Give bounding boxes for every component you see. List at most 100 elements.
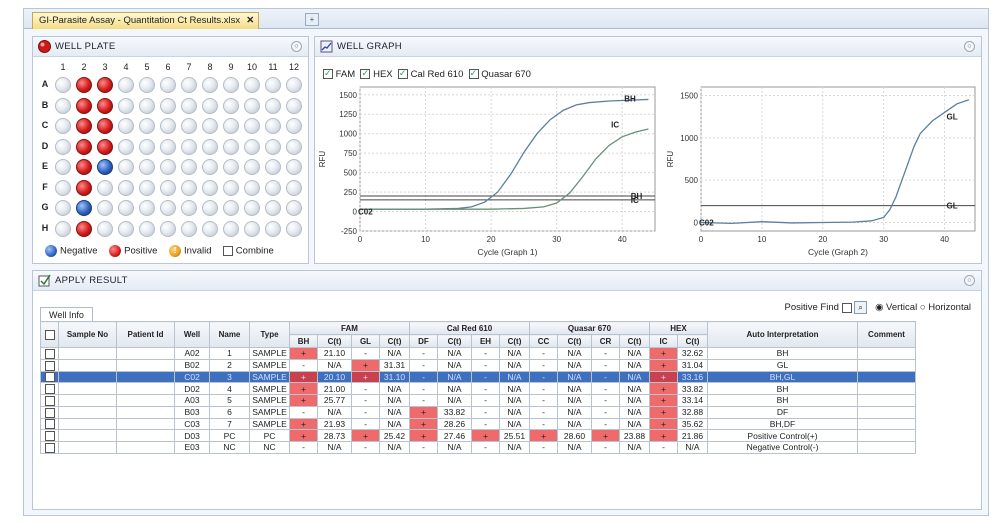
well-F5[interactable] (139, 179, 155, 196)
search-icon[interactable]: ⌕ (854, 301, 868, 314)
combine-checkbox[interactable] (223, 246, 234, 256)
table-row[interactable]: D03 PC PC +28.73 +25.42 +27.46 +25.51 +28.60 +23… (40, 429, 916, 442)
row-checkbox[interactable] (44, 407, 55, 418)
well-G1[interactable] (55, 200, 71, 216)
well-C3[interactable] (97, 118, 113, 134)
well-G2[interactable] (76, 200, 92, 216)
well-G8[interactable] (202, 200, 218, 216)
select-all-header[interactable] (40, 321, 59, 348)
well-C2[interactable] (76, 118, 92, 134)
well-H8[interactable] (202, 220, 218, 237)
well-F2[interactable] (76, 179, 92, 196)
well-F1[interactable] (55, 179, 71, 196)
well-E11[interactable] (265, 159, 281, 175)
document-tab[interactable]: GI-Parasite Assay - Quantitation Ct Resu… (32, 12, 260, 29)
well-D12[interactable] (286, 138, 302, 155)
row-checkbox[interactable] (44, 431, 55, 441)
well-C4[interactable] (118, 118, 134, 134)
select-all-checkbox[interactable] (44, 329, 55, 340)
well-H1[interactable] (55, 220, 71, 237)
well-C8[interactable] (202, 118, 218, 134)
well-A12[interactable] (286, 77, 302, 93)
col-sample-no[interactable]: Sample No (58, 321, 117, 348)
well-A4[interactable] (118, 77, 134, 93)
well-B1[interactable] (55, 97, 71, 114)
well-H10[interactable] (244, 220, 260, 237)
well-H3[interactable] (97, 220, 113, 237)
table-row[interactable]: D02 4 SAMPLE +21.00- N/A - N/A - N/A - N/A - N/A +33.… (40, 382, 916, 395)
horizontal-radio[interactable]: ○ (920, 302, 926, 313)
sub-header[interactable]: C(t) (499, 334, 530, 348)
new-tab-button[interactable]: + (305, 13, 319, 26)
vertical-radio[interactable]: ◉ (875, 302, 883, 313)
well-D7[interactable] (181, 138, 197, 155)
well-D1[interactable] (55, 138, 71, 155)
well-E10[interactable] (244, 159, 260, 175)
well-info-tab[interactable]: Well Info (40, 307, 93, 322)
sub-header[interactable]: BH (289, 334, 318, 348)
sub-header[interactable]: C(t) (677, 334, 708, 348)
quasar-checkbox[interactable] (468, 68, 479, 80)
well-F11[interactable] (265, 179, 281, 196)
well-D4[interactable] (118, 138, 134, 155)
well-E2[interactable] (76, 159, 92, 175)
table-row[interactable]: B02 2 SAMPLE - N/A +31.31- N/A - N/A - N/A - N/A +31.… (40, 358, 916, 372)
well-F9[interactable] (223, 179, 239, 196)
table-row[interactable]: A02 1 SAMPLE +21.10- N/A - N/A - N/A - N/A - N/A +32.… (40, 347, 916, 360)
well-H11[interactable] (265, 220, 281, 237)
sub-header[interactable]: CC (529, 334, 558, 348)
well-H6[interactable] (160, 220, 176, 237)
sub-header[interactable]: C(t) (437, 334, 472, 348)
amplification-graph-2[interactable]: 0 10 20 30 40 0 500 1000 1500 Cycle (Graph 2) RFU G… (663, 83, 981, 263)
well-B4[interactable] (118, 97, 134, 114)
well-E5[interactable] (139, 159, 155, 175)
row-checkbox[interactable] (44, 348, 55, 359)
well-E6[interactable] (160, 159, 176, 175)
sub-header[interactable]: GL (351, 334, 380, 348)
well-E3[interactable] (97, 159, 113, 175)
well-A1[interactable] (55, 77, 71, 93)
well-B5[interactable] (139, 97, 155, 114)
well-B8[interactable] (202, 97, 218, 114)
well-B9[interactable] (223, 97, 239, 114)
hex-checkbox[interactable] (360, 68, 371, 80)
well-B11[interactable] (265, 97, 281, 114)
amplification-graph-1[interactable]: 0 10 20 30 40-2500250500750100012501500Cycle… (315, 83, 660, 263)
sub-header[interactable]: IC (649, 334, 678, 348)
well-A8[interactable] (202, 77, 218, 93)
well-A5[interactable] (139, 77, 155, 93)
sub-header[interactable]: CR (591, 334, 620, 348)
well-C9[interactable] (223, 118, 239, 134)
col-patient-id[interactable]: Patient Id (116, 321, 175, 348)
well-G10[interactable] (244, 200, 260, 216)
table-row[interactable]: C03 7 SAMPLE +21.93- N/A +28.26- N/A - N/A - N/A +3… (40, 417, 916, 431)
col-well[interactable]: Well (174, 321, 210, 348)
well-G6[interactable] (160, 200, 176, 216)
table-row[interactable]: B03 6 SAMPLE - N/A - N/A +33.82- N/A - N/A - N/A +32.… (40, 405, 916, 419)
well-A11[interactable] (265, 77, 281, 93)
well-B10[interactable] (244, 97, 260, 114)
well-A3[interactable] (97, 77, 113, 93)
well-F3[interactable] (97, 179, 113, 196)
collapse-icon[interactable]: ○ (964, 41, 975, 52)
well-G3[interactable] (97, 200, 113, 216)
well-H2[interactable] (76, 220, 92, 237)
col-type[interactable]: Type (249, 321, 290, 348)
table-row[interactable]: A03 5 SAMPLE +25.77- N/A - N/A - N/A - N/A - N/A +33.… (40, 394, 916, 407)
table-row[interactable]: E03 NC NC - N/A - N/A - N/A - N/A - N/A - N/A - N/A Negat… (40, 441, 916, 454)
collapse-icon[interactable]: ○ (291, 41, 302, 52)
well-E4[interactable] (118, 159, 134, 175)
well-E7[interactable] (181, 159, 197, 175)
well-D5[interactable] (139, 138, 155, 155)
row-checkbox[interactable] (44, 360, 55, 371)
well-C6[interactable] (160, 118, 176, 134)
calred-checkbox[interactable] (397, 68, 408, 80)
well-F10[interactable] (244, 179, 260, 196)
well-D8[interactable] (202, 138, 218, 155)
col-name[interactable]: Name (209, 321, 250, 348)
well-B6[interactable] (160, 97, 176, 114)
well-C5[interactable] (139, 118, 155, 134)
well-C10[interactable] (244, 118, 260, 134)
well-H5[interactable] (139, 220, 155, 237)
well-C11[interactable] (265, 118, 281, 134)
